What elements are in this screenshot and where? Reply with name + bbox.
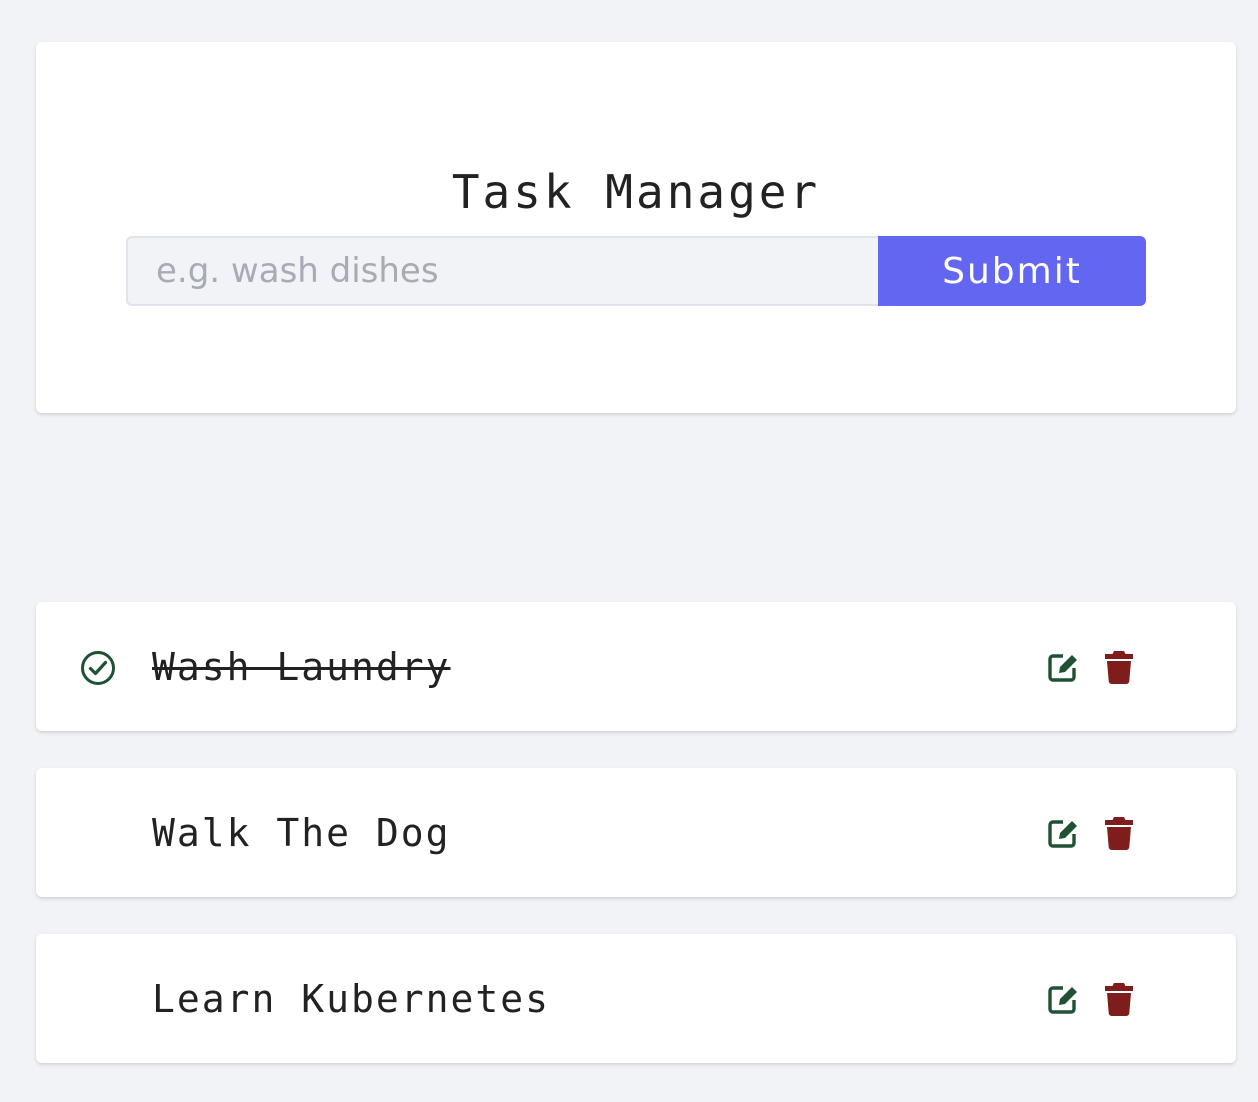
trash-icon — [1105, 817, 1133, 850]
task-name: Wash Laundry — [152, 645, 451, 689]
delete-button[interactable] — [1104, 982, 1134, 1016]
edit-icon — [1048, 820, 1077, 848]
delete-button[interactable] — [1104, 816, 1134, 850]
trash-icon — [1105, 651, 1133, 684]
task-actions — [1046, 650, 1134, 684]
task-item: Walk The Dog — [36, 768, 1236, 897]
check-circle-icon — [80, 650, 116, 686]
edit-icon — [1048, 654, 1077, 682]
edit-button[interactable] — [1046, 650, 1080, 684]
task-input[interactable] — [126, 236, 878, 306]
edit-button[interactable] — [1046, 982, 1080, 1016]
edit-button[interactable] — [1046, 816, 1080, 850]
task-item: Wash Laundry — [36, 602, 1236, 731]
task-form-card: Task Manager Submit — [36, 42, 1236, 413]
task-name: Learn Kubernetes — [152, 977, 551, 1021]
task-name: Walk The Dog — [152, 811, 451, 855]
submit-button[interactable]: Submit — [878, 236, 1146, 306]
task-actions — [1046, 982, 1134, 1016]
task-actions — [1046, 816, 1134, 850]
edit-icon — [1048, 986, 1077, 1014]
page-title: Task Manager — [451, 165, 821, 219]
delete-button[interactable] — [1104, 650, 1134, 684]
trash-icon — [1105, 983, 1133, 1016]
task-form: Submit — [126, 236, 1146, 306]
task-item: Learn Kubernetes — [36, 934, 1236, 1063]
